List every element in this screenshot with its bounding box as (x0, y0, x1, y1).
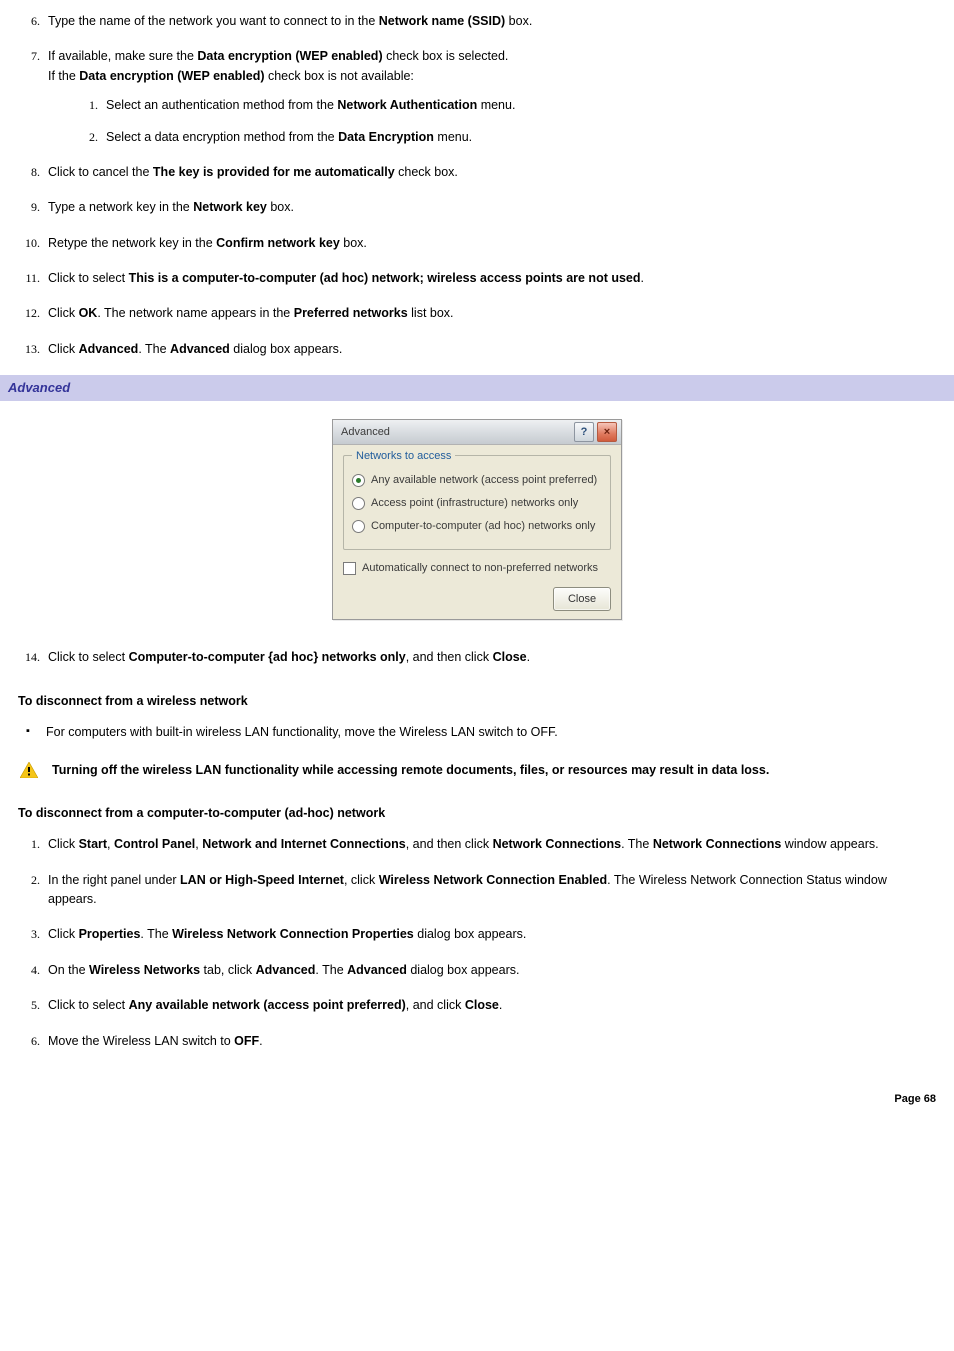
list-item: 4. On the Wireless Networks tab, click Ad… (18, 961, 936, 980)
radio-icon[interactable] (352, 474, 365, 487)
networks-to-access-group: Networks to access Any available network… (343, 455, 611, 550)
list-item: 1. Select an authentication method from t… (80, 96, 936, 115)
step-number: 2. (80, 128, 98, 147)
list-item: 9. Type a network key in the Network key … (18, 198, 936, 217)
warning-block: Turning off the wireless LAN functionali… (18, 761, 936, 780)
step-number: 14. (18, 648, 40, 667)
radio-icon[interactable] (352, 497, 365, 510)
step-number: 1. (18, 835, 40, 854)
list-item: For computers with built-in wireless LAN… (18, 723, 936, 742)
step-number: 10. (18, 234, 40, 253)
list-item: 2. In the right panel under LAN or High-S… (18, 871, 936, 910)
help-button[interactable]: ? (574, 422, 594, 442)
close-icon[interactable]: × (597, 422, 617, 442)
checkbox-label: Automatically connect to non-preferred n… (362, 560, 598, 577)
step-number: 7. (18, 47, 40, 66)
dialog-title: Advanced (341, 424, 390, 441)
sub-steps: 1. Select an authentication method from t… (80, 96, 936, 147)
list-item: 7. If available, make sure the Data encry… (18, 47, 936, 147)
heading-disconnect-wireless: To disconnect from a wireless network (18, 692, 936, 711)
step-text: On the Wireless Networks tab, click Adva… (48, 963, 519, 977)
radio-label: Access point (infrastructure) networks o… (371, 495, 578, 512)
warning-icon (20, 762, 38, 778)
dialog-titlebar: Advanced ? × (333, 420, 621, 445)
list-item: 3. Click Properties. The Wireless Network… (18, 925, 936, 944)
disconnect-bullet-list: For computers with built-in wireless LAN… (18, 723, 936, 742)
step-number: 8. (18, 163, 40, 182)
step-text: Select an authentication method from the… (106, 98, 515, 112)
list-item: 6. Move the Wireless LAN switch to OFF. (18, 1032, 936, 1051)
groupbox-title: Networks to access (352, 448, 455, 465)
step-text: Select a data encryption method from the… (106, 130, 472, 144)
step-text: Click to cancel the The key is provided … (48, 165, 458, 179)
auto-connect-checkbox-row[interactable]: Automatically connect to non-preferred n… (343, 560, 611, 577)
steps-bottom: 1. Click Start, Control Panel, Network an… (18, 835, 936, 1051)
step-text: Click Advanced. The Advanced dialog box … (48, 342, 342, 356)
step-number: 2. (18, 871, 40, 890)
checkbox-icon[interactable] (343, 562, 356, 575)
list-item: 13. Click Advanced. The Advanced dialog b… (18, 340, 936, 359)
step-text: Type a network key in the Network key bo… (48, 200, 294, 214)
radio-icon[interactable] (352, 520, 365, 533)
list-item: 8. Click to cancel the The key is provide… (18, 163, 936, 182)
step-14-list: 14. Click to select Computer-to-computer… (18, 648, 936, 667)
dialog-figure: Advanced ? × Networks to access Any avai… (18, 419, 936, 620)
step-number: 5. (18, 996, 40, 1015)
step-number: 1. (80, 96, 98, 115)
radio-option[interactable]: Access point (infrastructure) networks o… (352, 495, 602, 512)
list-item: 10. Retype the network key in the Confirm… (18, 234, 936, 253)
step-number: 4. (18, 961, 40, 980)
step-text: Move the Wireless LAN switch to OFF. (48, 1034, 263, 1048)
radio-option[interactable]: Computer-to-computer (ad hoc) networks o… (352, 518, 602, 535)
step-number: 13. (18, 340, 40, 359)
step-number: 9. (18, 198, 40, 217)
page-footer: Page 68 (18, 1091, 936, 1108)
radio-option[interactable]: Any available network (access point pref… (352, 472, 602, 489)
radio-label: Computer-to-computer (ad hoc) networks o… (371, 518, 595, 535)
list-item: 5. Click to select Any available network … (18, 996, 936, 1015)
list-item: 12. Click OK. The network name appears in… (18, 304, 936, 323)
advanced-dialog: Advanced ? × Networks to access Any avai… (332, 419, 622, 620)
heading-disconnect-adhoc: To disconnect from a computer-to-compute… (18, 804, 936, 823)
step-text: Click Properties. The Wireless Network C… (48, 927, 526, 941)
step-number: 6. (18, 12, 40, 31)
step-text: In the right panel under LAN or High-Spe… (48, 873, 887, 906)
step-text: Click to select Computer-to-computer {ad… (48, 650, 530, 664)
list-item: 1. Click Start, Control Panel, Network an… (18, 835, 936, 854)
list-item: 11. Click to select This is a computer-to… (18, 269, 936, 288)
step-text: Click to select This is a computer-to-co… (48, 271, 644, 285)
step-number: 3. (18, 925, 40, 944)
step-number: 11. (18, 269, 40, 288)
bullet-text: For computers with built-in wireless LAN… (46, 725, 558, 739)
warning-text: Turning off the wireless LAN functionali… (52, 763, 769, 777)
radio-label: Any available network (access point pref… (371, 472, 597, 489)
step-text: Click to select Any available network (a… (48, 998, 502, 1012)
step-text: Click OK. The network name appears in th… (48, 306, 454, 320)
step-text: Type the name of the network you want to… (48, 14, 532, 28)
step-text: If available, make sure the Data encrypt… (48, 49, 508, 82)
step-number: 12. (18, 304, 40, 323)
close-button[interactable]: Close (553, 587, 611, 611)
list-item: 2. Select a data encryption method from t… (80, 128, 936, 147)
list-item: 6. Type the name of the network you want … (18, 12, 936, 31)
steps-top: 6. Type the name of the network you want … (18, 12, 936, 359)
section-header-advanced: Advanced (0, 375, 954, 401)
list-item: 14. Click to select Computer-to-computer… (18, 648, 936, 667)
step-number: 6. (18, 1032, 40, 1051)
step-text: Click Start, Control Panel, Network and … (48, 837, 879, 851)
step-text: Retype the network key in the Confirm ne… (48, 236, 367, 250)
